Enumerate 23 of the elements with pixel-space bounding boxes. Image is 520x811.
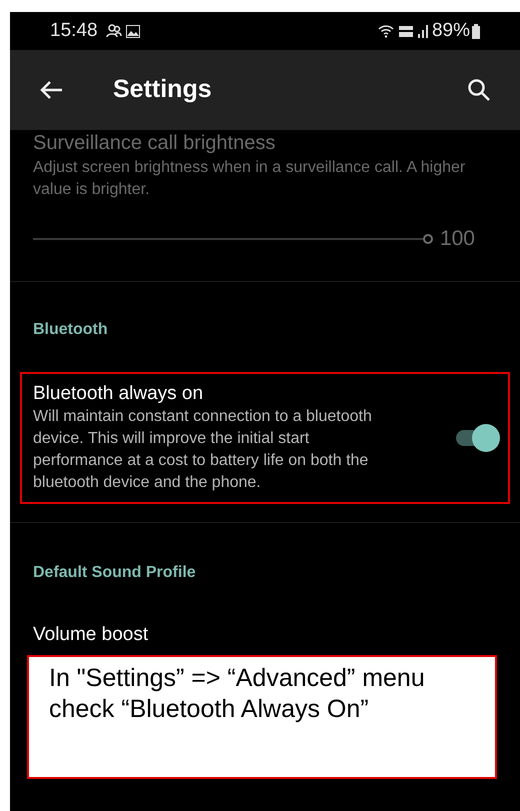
people-icon xyxy=(106,24,122,38)
setting-title: Surveillance call brightness xyxy=(33,132,276,154)
setting-description: Adjust screen brightness when in a surveillance call. A higher value is brighter. xyxy=(33,158,466,200)
annotation-callout: In "Settings” => “Advanced” menu check “Bluetooth Always On” xyxy=(27,655,497,779)
slider-value: 100 xyxy=(440,226,475,252)
image-icon xyxy=(126,24,140,38)
setting-description: Will maintain constant connection to a bluetooth device. This will improve the initial start performance at a cost to battery life on both the bluetooth device and the phone. xyxy=(33,406,373,492)
section-header: Default Sound Profile xyxy=(33,562,197,582)
battery-percent: 89% xyxy=(432,18,470,43)
volte-icon xyxy=(398,24,414,38)
wifi-icon xyxy=(378,24,394,38)
battery-icon xyxy=(472,24,480,38)
app-bar-title: Settings xyxy=(113,74,212,106)
slider-thumb[interactable] xyxy=(422,234,433,244)
search-button[interactable] xyxy=(466,77,492,103)
setting-title: Bluetooth always on xyxy=(33,382,204,406)
setting-row[interactable]: Bluetooth always on Will maintain constant connection to a bluetooth device. This will improve the initial start performance at a cost to battery life on both the bluetooth device and the phone. xyxy=(20,372,510,504)
section-header: Bluetooth xyxy=(33,320,109,340)
setting-title: Volume boost xyxy=(33,622,150,646)
brightness-slider[interactable] xyxy=(33,232,434,246)
status-time: 15:48 xyxy=(50,18,98,43)
toggle-switch[interactable] xyxy=(454,424,500,452)
signal-icon xyxy=(418,24,428,38)
